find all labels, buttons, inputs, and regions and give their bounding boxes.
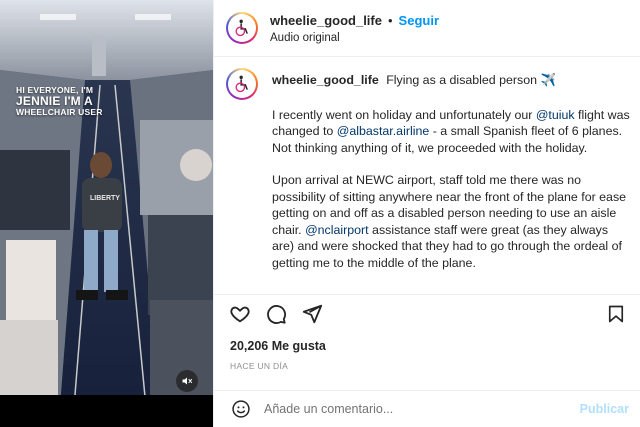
caption-area: wheelie_good_life Flying as a disabled p… xyxy=(226,66,636,288)
post-details-panel: wheelie_good_life • Seguir Audio origina… xyxy=(213,0,640,427)
divider xyxy=(214,294,640,295)
follow-button[interactable]: Seguir xyxy=(399,13,439,28)
action-bar xyxy=(228,302,628,326)
post-date[interactable]: HACE UN DÍA xyxy=(230,361,288,371)
mention-link[interactable]: @albastar.airline xyxy=(337,124,429,138)
caption-title: Flying as a disabled person ✈️ xyxy=(386,73,556,87)
audio-label[interactable]: Audio original xyxy=(270,32,439,44)
comment-input[interactable] xyxy=(264,402,580,416)
comment-icon xyxy=(267,305,286,324)
wheelchair-logo-icon xyxy=(235,19,248,37)
bookmark-icon xyxy=(608,305,624,323)
airplane-cabin-image: LIBERTY xyxy=(0,0,213,407)
post-header: wheelie_good_life • Seguir Audio origina… xyxy=(214,0,640,57)
caption-paragraph-2: Upon arrival at NEWC airport, staff told… xyxy=(272,172,630,271)
instagram-post: LIBERTY HI EVERYONE, I'M JENNIE I'M A WH… xyxy=(0,0,640,427)
smiley-icon xyxy=(232,400,250,418)
video-overlay-caption: HI EVERYONE, I'M JENNIE I'M A WHEELCHAIR… xyxy=(16,86,126,116)
overlay-line-3: WHEELCHAIR USER xyxy=(16,106,103,117)
shirt-text: LIBERTY xyxy=(90,195,120,202)
caption-paragraph-1: I recently went on holiday and unfortuna… xyxy=(272,107,630,157)
mention-link[interactable]: @nclairport xyxy=(305,223,369,237)
paper-plane-icon xyxy=(302,304,323,324)
caption-username[interactable]: wheelie_good_life xyxy=(272,73,379,87)
overlay-line-2: JENNIE I'M A xyxy=(16,93,93,108)
emoji-button[interactable] xyxy=(230,398,252,420)
comment-button[interactable] xyxy=(264,302,288,326)
mute-button[interactable] xyxy=(176,370,198,392)
share-button[interactable] xyxy=(300,302,324,326)
caption-avatar[interactable] xyxy=(226,68,258,100)
heart-icon xyxy=(230,306,250,323)
like-button[interactable] xyxy=(228,302,252,326)
save-button[interactable] xyxy=(604,302,628,326)
likes-count[interactable]: 20,206 Me gusta xyxy=(230,339,326,353)
caption-text: I recently went on holiday and unfortuna… xyxy=(272,107,536,122)
comment-bar: Publicar xyxy=(214,390,640,427)
avatar[interactable] xyxy=(226,12,258,44)
wheelchair-logo-icon xyxy=(235,75,248,93)
speaker-muted-icon xyxy=(182,377,192,385)
mention-link[interactable]: @tuiuk xyxy=(536,108,575,122)
header-username[interactable]: wheelie_good_life xyxy=(270,13,382,28)
separator-dot: • xyxy=(387,12,393,28)
post-video[interactable]: LIBERTY HI EVERYONE, I'M JENNIE I'M A WH… xyxy=(0,0,213,427)
publish-button[interactable]: Publicar xyxy=(580,402,629,416)
